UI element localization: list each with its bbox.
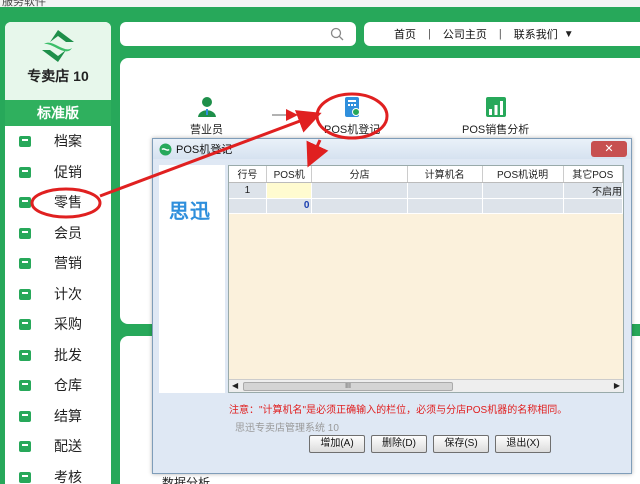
highlight-retail-ellipse [30,187,102,219]
annotation-arrow-down [306,139,329,168]
annotation-arrow [99,110,322,198]
highlight-pos-ellipse [315,92,389,140]
annotation-overlay [30,92,389,219]
